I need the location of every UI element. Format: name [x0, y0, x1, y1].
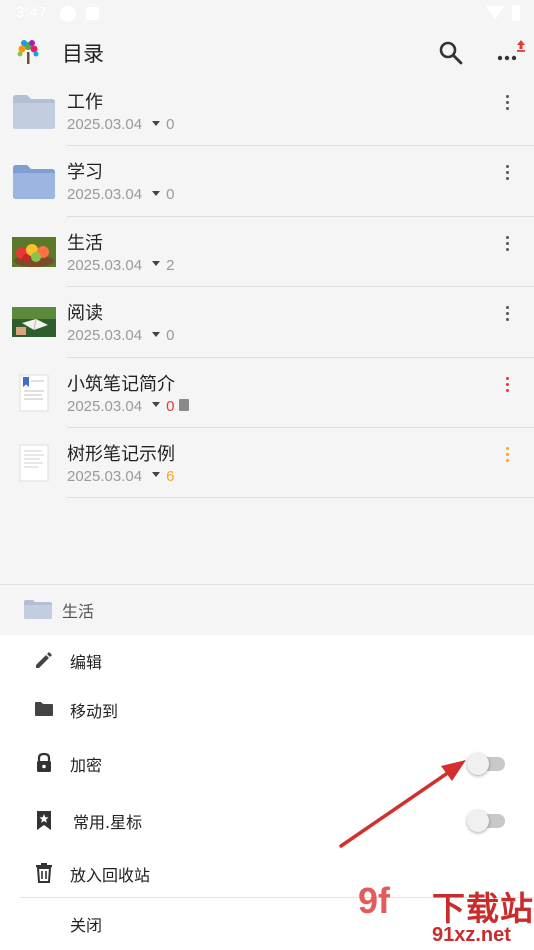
item-count: 6: [166, 467, 175, 485]
item-menu-icon[interactable]: [497, 444, 517, 468]
item-count: 2: [166, 256, 175, 274]
item-date: 2025.03.04: [67, 467, 143, 485]
item-meta: 2025.03.04 0: [67, 397, 190, 415]
edit-action[interactable]: 编辑: [0, 635, 534, 685]
list-item[interactable]: 学习 2025.03.04 0: [0, 146, 534, 217]
move-to-label: 移动到: [70, 702, 119, 721]
item-date: 2025.03.04: [67, 116, 143, 133]
close-label: 关闭: [70, 916, 103, 935]
item-title: 工作: [67, 92, 103, 113]
caret-down-icon[interactable]: [152, 190, 161, 196]
item-meta: 2025.03.04 2: [67, 257, 174, 274]
item-count: 0: [166, 116, 175, 133]
lock-icon: [37, 752, 51, 772]
list-item[interactable]: 生活 2025.03.04 2: [0, 217, 534, 288]
item-title: 小筑笔记简介: [67, 373, 175, 395]
list-item[interactable]: 阅读 2025.03.04 0: [0, 287, 534, 358]
trash-icon: [36, 863, 52, 883]
folder-icon: [24, 600, 52, 619]
list-item[interactable]: 工作 2025.03.04 0: [0, 76, 534, 147]
item-date: 2025.03.04: [67, 327, 143, 345]
caret-down-icon[interactable]: [152, 331, 161, 337]
watermark-url: 91xz.net: [432, 924, 511, 946]
fruit-photo-icon: [12, 236, 56, 267]
list-item[interactable]: 小筑笔记简介 2025.03.04 0: [0, 358, 534, 428]
upload-arrow-icon: [517, 40, 525, 49]
item-menu-icon[interactable]: [497, 233, 517, 257]
sheet-header: 生活: [0, 584, 534, 635]
caret-down-icon[interactable]: [152, 472, 161, 478]
folder-icon: [35, 702, 53, 716]
item-menu-icon[interactable]: [497, 162, 517, 186]
item-meta: 2025.03.04 0: [67, 327, 174, 344]
app-bar: 目录: [0, 28, 534, 76]
notification-icon: [86, 7, 99, 20]
watermark-cn: 下载站: [432, 889, 534, 928]
item-title: 阅读: [67, 303, 103, 325]
watermark-logo: 9f 下载站 91xz.net: [358, 880, 534, 950]
item-menu-icon[interactable]: [497, 92, 517, 116]
reading-photo-icon: [12, 307, 56, 338]
item-meta: 2025.03.04 0: [67, 116, 174, 133]
edit-label: 编辑: [70, 653, 103, 672]
move-to-action[interactable]: 移动到: [0, 684, 534, 734]
encrypt-action[interactable]: 加密: [0, 738, 534, 788]
encrypt-label: 加密: [70, 756, 103, 775]
favorite-toggle[interactable]: [467, 809, 505, 832]
battery-icon: [512, 5, 520, 21]
note-page-icon: [19, 444, 49, 482]
watermark-mark: 9f: [358, 880, 391, 921]
item-meta: 2025.03.04 0: [67, 186, 174, 203]
item-count: 0: [166, 327, 175, 345]
folder-icon: [13, 165, 55, 200]
note-bookmark-icon: [19, 374, 49, 412]
item-count: 0: [166, 186, 175, 204]
item-menu-icon[interactable]: [497, 303, 517, 327]
document-icon: [179, 398, 190, 411]
list-item[interactable]: 树形笔记示例 2025.03.04 6: [0, 428, 534, 499]
encrypt-toggle[interactable]: [467, 752, 505, 775]
item-count: 0: [166, 397, 175, 415]
sheet-header-label: 生活: [62, 602, 95, 621]
more-options-icon[interactable]: [494, 36, 530, 68]
caret-down-icon[interactable]: [152, 261, 161, 267]
tree-logo-icon: [17, 40, 39, 64]
item-date: 2025.03.04: [67, 256, 143, 274]
divider: [67, 497, 534, 499]
recycle-bin-label: 放入回收站: [70, 866, 151, 885]
page-title: 目录: [62, 42, 104, 66]
favorite-star-label: 常用.星标: [73, 813, 143, 832]
caret-down-icon[interactable]: [152, 402, 161, 408]
item-meta: 2025.03.04 6: [67, 468, 174, 485]
status-time: 3:47: [16, 4, 48, 21]
item-title: 树形笔记示例: [67, 443, 175, 465]
item-title: 学习: [67, 162, 103, 184]
pencil-icon: [36, 652, 52, 668]
caret-down-icon[interactable]: [152, 120, 161, 126]
item-date: 2025.03.04: [67, 186, 143, 204]
wifi-icon: [486, 6, 504, 20]
notes-list: 工作 2025.03.04 0 学习 2025.03.04 0 生活 2025.…: [0, 76, 534, 499]
folder-icon: [13, 95, 55, 129]
item-date: 2025.03.04: [67, 397, 143, 415]
status-bar: 3:47: [0, 0, 534, 28]
sync-icon: [60, 6, 76, 22]
favorite-star-action[interactable]: 常用.星标: [0, 795, 534, 845]
star-bookmark-icon: [37, 811, 51, 830]
item-menu-icon[interactable]: [497, 374, 517, 398]
search-icon[interactable]: [436, 38, 466, 68]
item-title: 生活: [67, 232, 103, 254]
